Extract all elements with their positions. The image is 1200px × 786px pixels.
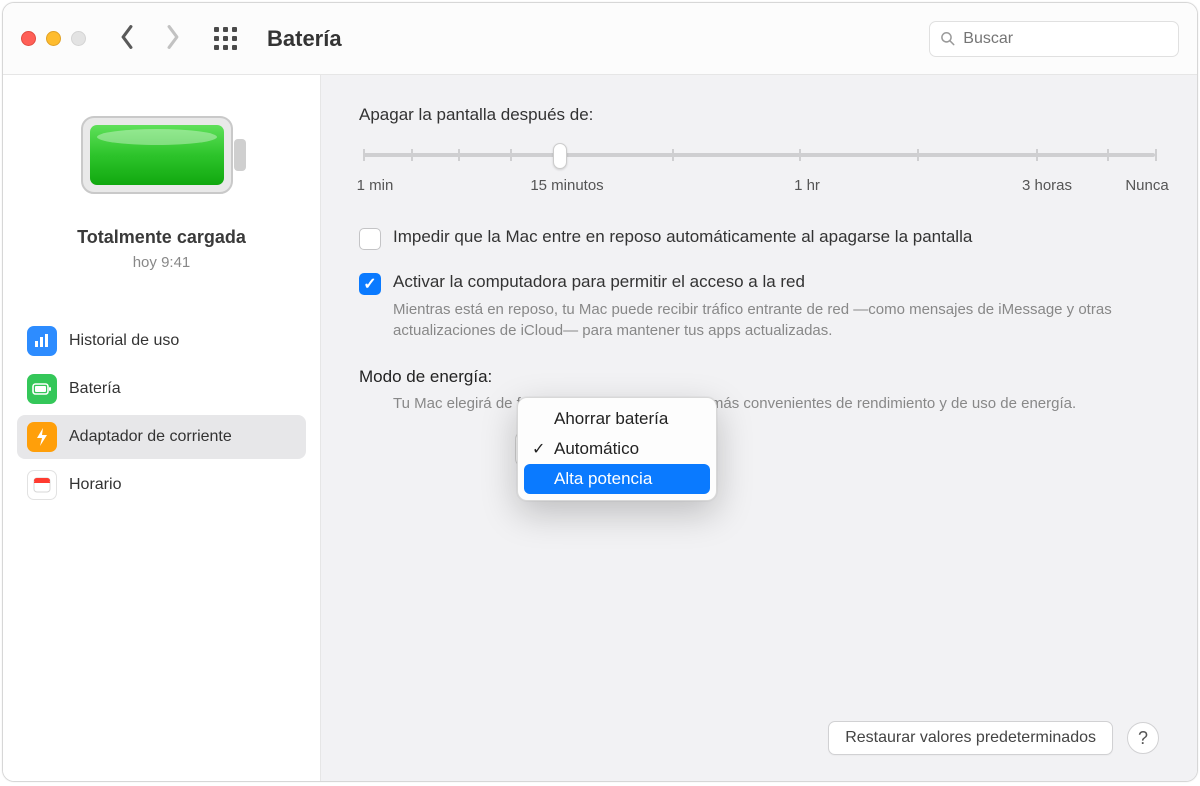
energy-mode-description: Tu Mac elegirá de forma automática los n…: [359, 393, 1159, 414]
zoom-window-button: [71, 31, 86, 46]
traffic-lights: [21, 31, 86, 46]
display-off-slider[interactable]: [363, 139, 1155, 173]
sidebar-item-usage-history[interactable]: Historial de uso: [17, 319, 306, 363]
back-button[interactable]: [118, 24, 136, 54]
slider-tick-label: 15 minutos: [530, 177, 603, 194]
battery-icon: [72, 105, 252, 205]
sidebar-item-power-adapter[interactable]: Adaptador de corriente: [17, 415, 306, 459]
slider-thumb[interactable]: [553, 143, 567, 169]
prevent-sleep-label: Impedir que la Mac entre en reposo autom…: [393, 227, 972, 247]
preferences-window: Batería: [2, 2, 1198, 782]
wake-network-checkbox[interactable]: [359, 273, 381, 295]
sidebar-item-label: Batería: [69, 380, 121, 398]
battery-status-title: Totalmente cargada: [77, 227, 246, 248]
prevent-sleep-checkbox[interactable]: [359, 228, 381, 250]
popup-option-save-battery[interactable]: Ahorrar batería: [524, 404, 710, 434]
minimize-window-button[interactable]: [46, 31, 61, 46]
battery-status-subtitle: hoy 9:41: [133, 254, 191, 271]
sidebar: Totalmente cargada hoy 9:41 Historial de…: [3, 75, 321, 781]
energy-mode-label: Modo de energía:: [359, 367, 492, 387]
energy-mode-popup: Ahorrar batería Automático Alta potencia: [517, 397, 717, 501]
bolt-icon: [27, 422, 57, 452]
help-button[interactable]: ?: [1127, 722, 1159, 754]
search-icon: [940, 30, 955, 47]
slider-tick-label: Nunca: [1125, 177, 1168, 194]
page-title: Batería: [267, 26, 919, 52]
chart-icon: [27, 326, 57, 356]
search-input[interactable]: [963, 30, 1168, 48]
slider-tick-label: 3 horas: [1022, 177, 1072, 194]
content-pane: Apagar la pantalla después de: 1 min 15 …: [321, 75, 1197, 781]
slider-tick-label: 1 min: [357, 177, 394, 194]
sidebar-item-schedule[interactable]: Horario: [17, 463, 306, 507]
sidebar-item-label: Horario: [69, 476, 121, 494]
sidebar-item-label: Historial de uso: [69, 332, 179, 350]
show-all-button[interactable]: [214, 27, 237, 50]
calendar-icon: [27, 470, 57, 500]
nav-buttons: [118, 24, 182, 54]
restore-defaults-button[interactable]: Restaurar valores predeterminados: [828, 721, 1113, 755]
forward-button: [164, 24, 182, 54]
battery-small-icon: [27, 374, 57, 404]
sidebar-list: Historial de uso Batería Adaptador de co…: [3, 319, 320, 507]
wake-network-label: Activar la computadora para permitir el …: [393, 272, 805, 292]
sidebar-item-label: Adaptador de corriente: [69, 428, 232, 446]
popup-option-automatic[interactable]: Automático: [524, 434, 710, 464]
close-window-button[interactable]: [21, 31, 36, 46]
popup-option-high-power[interactable]: Alta potencia: [524, 464, 710, 494]
battery-hero: Totalmente cargada hoy 9:41: [3, 105, 320, 271]
slider-tick-labels: 1 min 15 minutos 1 hr 3 horas Nunca: [359, 177, 1159, 199]
wake-network-description: Mientras está en reposo, tu Mac puede re…: [359, 299, 1159, 341]
sidebar-item-battery[interactable]: Batería: [17, 367, 306, 411]
display-off-label: Apagar la pantalla después de:: [359, 105, 1159, 125]
titlebar: Batería: [3, 3, 1197, 75]
search-field[interactable]: [929, 21, 1179, 57]
slider-tick-label: 1 hr: [794, 177, 820, 194]
